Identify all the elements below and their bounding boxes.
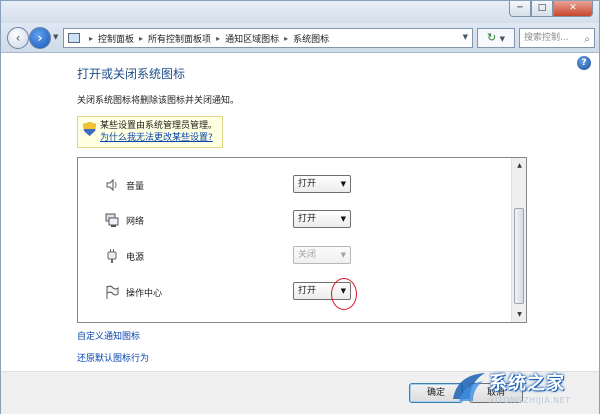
scroll-down-arrow[interactable]: ▼ [512, 307, 526, 322]
site-watermark: 系统之家 XITONGZHIJIA.NET [449, 365, 599, 413]
help-icon[interactable]: ? [577, 56, 591, 70]
minimize-button[interactable]: ─ [509, 1, 531, 17]
restore-default-behaviors-link[interactable]: 还原默认图标行为 [77, 351, 149, 364]
breadcrumb-separator[interactable]: ▸ [139, 34, 143, 43]
system-icons-list: 音量 打开 ▼ 网络 打开 ▼ 电源 关闭 ▼ 操作中心 打开 ▼ ▲ ▼ [77, 157, 527, 323]
network-behavior-select[interactable]: 打开 ▼ [293, 210, 351, 228]
list-item: 网络 打开 ▼ [78, 207, 512, 233]
forward-button[interactable]: › [29, 27, 51, 49]
search-icon[interactable]: ⌕ [584, 31, 590, 49]
recent-pages-dropdown[interactable]: ▼ [53, 33, 58, 41]
control-panel-icon [68, 33, 80, 43]
select-value: 打开 [298, 214, 317, 224]
scroll-up-arrow[interactable]: ▲ [512, 158, 526, 173]
page-description: 关闭系统图标将删除该图标并关闭通知。 [77, 96, 240, 106]
red-highlight-circle [331, 278, 357, 310]
row-label: 操作中心 [126, 289, 163, 299]
chevron-down-icon: ▼ [340, 251, 346, 259]
customize-notification-icons-link[interactable]: 自定义通知图标 [77, 329, 140, 342]
volume-behavior-select[interactable]: 打开 ▼ [293, 175, 351, 193]
list-item: 操作中心 打开 ▼ [78, 279, 512, 305]
maximize-button[interactable]: □ [531, 1, 553, 17]
refresh-dropdown[interactable]: ▼ [500, 35, 505, 43]
vertical-scrollbar[interactable]: ▲ ▼ [511, 158, 526, 322]
title-bar[interactable]: ─ □ ✕ [1, 1, 599, 25]
select-value: 打开 [298, 179, 317, 189]
row-label: 电源 [126, 253, 145, 263]
back-button[interactable]: ‹ [7, 27, 29, 49]
breadcrumb-notification-icons[interactable]: 通知区域图标 [225, 32, 279, 45]
flag-icon [106, 285, 119, 299]
list-item: 电源 关闭 ▼ [78, 243, 512, 269]
search-placeholder: 搜索控制... [524, 33, 569, 43]
chevron-down-icon: ▼ [340, 180, 346, 188]
chevron-down-icon: ▼ [340, 215, 346, 223]
breadcrumb-control-panel[interactable]: 控制面板 [98, 32, 134, 45]
close-button[interactable]: ✕ [553, 1, 593, 17]
admin-info-box: 某些设置由系统管理员管理。 为什么我无法更改某些设置? [77, 116, 223, 148]
select-value: 打开 [298, 286, 317, 296]
breadcrumb-separator[interactable]: ▸ [284, 34, 288, 43]
speaker-icon [106, 178, 117, 192]
refresh-icon: ↻ [486, 31, 497, 44]
list-item: 音量 打开 ▼ [78, 172, 512, 198]
navigation-bar: ‹ › ▼ ▸ 控制面板 ▸ 所有控制面板项 ▸ 通知区域图标 ▸ 系统图标 ▼… [1, 23, 599, 53]
network-icon [105, 213, 119, 227]
power-behavior-select: 关闭 ▼ [293, 246, 351, 264]
address-dropdown[interactable]: ▼ [463, 33, 468, 41]
address-bar[interactable]: ▸ 控制面板 ▸ 所有控制面板项 ▸ 通知区域图标 ▸ 系统图标 ▼ [63, 28, 473, 48]
control-panel-window: ─ □ ✕ ‹ › ▼ ▸ 控制面板 ▸ 所有控制面板项 ▸ 通知区域图标 ▸ … [0, 0, 600, 414]
breadcrumb-separator[interactable]: ▸ [216, 34, 220, 43]
watermark-title: 系统之家 [489, 373, 565, 394]
select-value: 关闭 [298, 250, 317, 260]
why-cant-change-link[interactable]: 为什么我无法更改某些设置? [100, 132, 218, 144]
page-title: 打开或关闭系统图标 [77, 67, 186, 81]
refresh-button[interactable]: ↻ ▼ [477, 28, 515, 48]
row-label: 网络 [126, 217, 145, 227]
row-label: 音量 [126, 182, 145, 192]
power-plug-icon [107, 249, 117, 263]
watermark-url: XITONGZHIJIA.NET [489, 396, 571, 405]
admin-info-text: 某些设置由系统管理员管理。 [100, 121, 218, 131]
breadcrumb-system-icons[interactable]: 系统图标 [293, 32, 329, 45]
breadcrumb-separator[interactable]: ▸ [89, 34, 93, 43]
watermark-logo-icon [453, 373, 485, 401]
search-input[interactable]: 搜索控制... ⌕ [519, 28, 595, 48]
scroll-thumb[interactable] [514, 208, 524, 304]
shield-icon [83, 122, 96, 136]
breadcrumb-all-items[interactable]: 所有控制面板项 [148, 32, 211, 45]
caption-buttons: ─ □ ✕ [509, 1, 593, 17]
